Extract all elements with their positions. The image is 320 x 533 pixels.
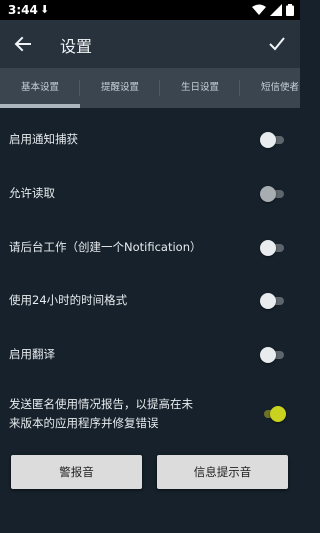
notification-sound-button[interactable]: 信息提示音 <box>157 455 288 489</box>
status-icons <box>252 4 294 16</box>
switch-thumb <box>260 240 276 256</box>
24h-format-switch[interactable] <box>260 293 284 309</box>
setting-label: 请后台工作（创建一个Notification） <box>9 240 202 254</box>
signal-icon <box>270 4 283 19</box>
tab-basic-settings[interactable]: 基本设置 <box>0 68 80 108</box>
setting-row-translation[interactable]: 启用翻译 <box>0 345 300 365</box>
setting-row-background-work[interactable]: 请后台工作（创建一个Notification） <box>0 238 300 258</box>
background-work-switch[interactable] <box>260 240 284 256</box>
tab-label: 提醒设置 <box>100 82 139 93</box>
allow-read-switch[interactable] <box>260 186 284 202</box>
download-icon: ⬇ <box>40 3 50 16</box>
switch-thumb <box>260 347 276 363</box>
status-bar: 3:44 ⬇ <box>0 0 300 20</box>
setting-row-notification-capture[interactable]: 启用通知捕获 <box>0 130 300 150</box>
setting-label-line-2: 来版本的应用程序并修复错误 <box>9 416 159 430</box>
arrow-back-icon[interactable] <box>8 29 38 59</box>
check-icon[interactable] <box>262 29 292 59</box>
setting-row-usage-report[interactable]: 发送匿名使用情况报告，以提高在未 来版本的应用程序并修复错误 <box>0 395 300 435</box>
setting-label-line-1: 发送匿名使用情况报告，以提高在未 <box>9 397 193 411</box>
switch-thumb <box>260 293 276 309</box>
tab-sms-messenger[interactable]: 短信使者 <box>240 68 300 108</box>
page-title: 设置 <box>60 37 93 56</box>
wifi-icon <box>252 4 267 19</box>
setting-label: 启用翻译 <box>9 347 55 361</box>
app-bar: 设置 <box>0 20 300 68</box>
tab-reminder-settings[interactable]: 提醒设置 <box>80 68 160 108</box>
tab-label: 基本设置 <box>20 82 59 93</box>
usage-report-switch[interactable] <box>260 406 286 422</box>
setting-row-allow-read[interactable]: 允许读取 <box>0 184 300 204</box>
tab-birthday-settings[interactable]: 生日设置 <box>160 68 240 108</box>
alarm-sound-button[interactable]: 警报音 <box>11 455 142 489</box>
translation-switch[interactable] <box>260 347 284 363</box>
tab-label: 生日设置 <box>180 82 219 93</box>
setting-row-24h-format[interactable]: 使用24小时的时间格式 <box>0 291 300 311</box>
switch-thumb <box>260 186 276 202</box>
tab-selected-indicator <box>0 104 80 108</box>
tab-label: 短信使者 <box>260 82 299 93</box>
setting-label: 使用24小时的时间格式 <box>9 293 128 307</box>
tab-bar: 基本设置 提醒设置 生日设置 短信使者 <box>0 68 300 108</box>
switch-thumb <box>270 406 286 422</box>
notification-capture-switch[interactable] <box>260 132 284 148</box>
switch-thumb <box>260 132 276 148</box>
setting-label: 允许读取 <box>9 186 55 200</box>
status-time: 3:44 <box>8 3 38 17</box>
battery-icon <box>286 4 294 19</box>
setting-label: 启用通知捕获 <box>9 132 78 146</box>
